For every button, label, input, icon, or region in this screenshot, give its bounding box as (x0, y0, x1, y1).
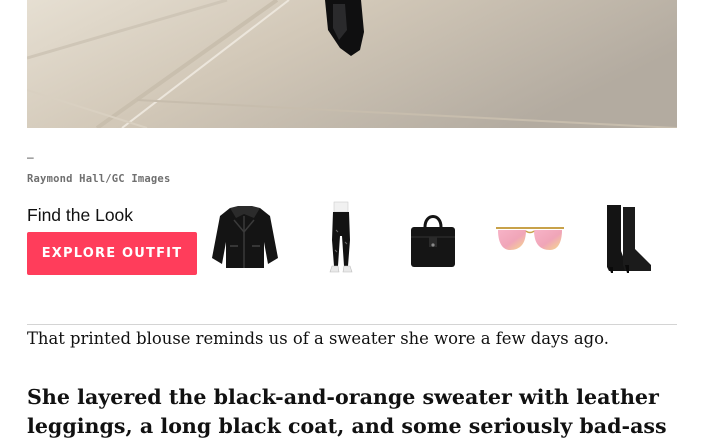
leather-jacket-icon (212, 206, 278, 268)
black-handbag-icon (411, 215, 455, 267)
find-the-look-title: Find the Look (27, 205, 134, 225)
product-boots[interactable] (594, 198, 660, 278)
pink-sunglasses-icon (496, 227, 564, 250)
section-divider (27, 324, 677, 325)
leather-leggings-icon (329, 201, 353, 273)
hero-photo-graphic (27, 0, 677, 128)
article-paragraph: That printed blouse reminds us of a swea… (27, 329, 609, 348)
black-boots-icon (607, 205, 651, 273)
product-leather-jacket[interactable] (206, 198, 284, 278)
product-handbag[interactable] (400, 198, 466, 278)
caption-dash: – (27, 150, 34, 164)
explore-outfit-button[interactable]: EXPLORE OUTFIT (27, 232, 197, 275)
article-heading: She layered the black-and-orange sweater… (27, 385, 667, 438)
product-leather-leggings[interactable] (314, 198, 368, 278)
hero-photo (27, 0, 677, 128)
product-sunglasses[interactable] (490, 198, 570, 278)
photo-credit: Raymond Hall/GC Images (27, 173, 171, 185)
